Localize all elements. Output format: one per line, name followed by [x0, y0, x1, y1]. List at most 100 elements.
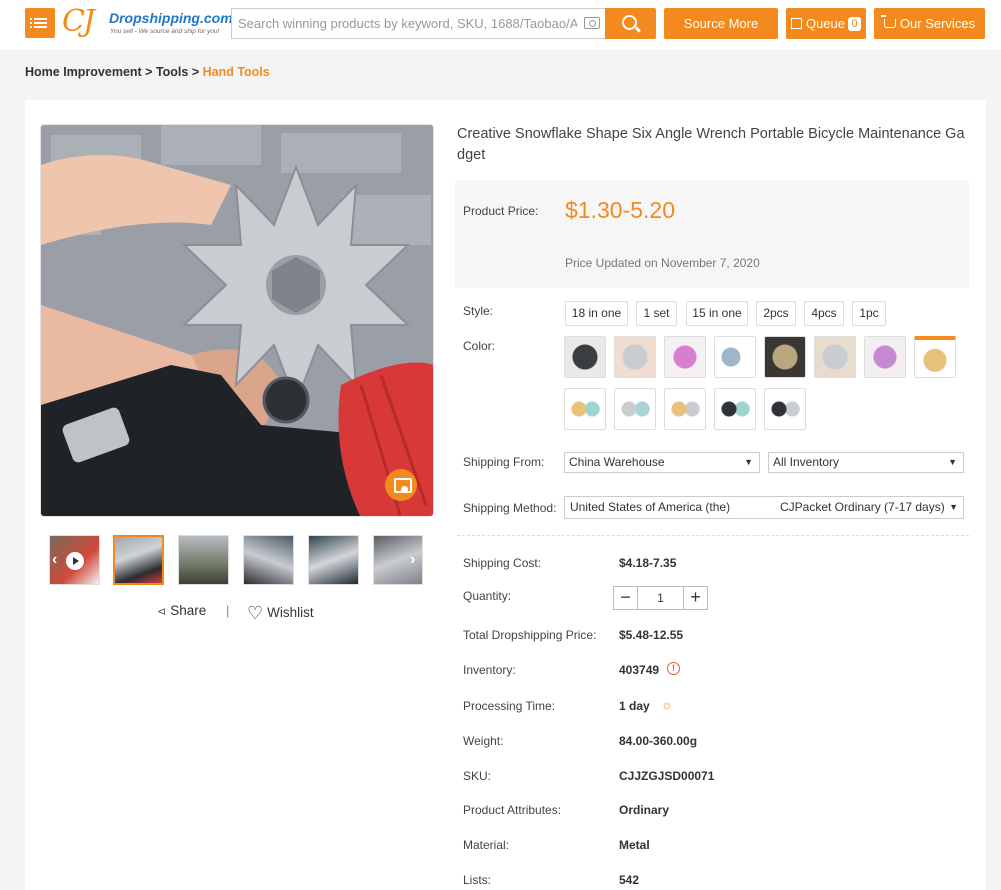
style-option-2pcs[interactable]: 2pcs	[756, 301, 796, 326]
queue-icon	[790, 18, 802, 29]
dropdown-arrow-icon: ▼	[744, 457, 753, 467]
color-swatch[interactable]	[914, 336, 956, 378]
queue-label: Queue	[805, 16, 846, 31]
price-box: Product Price: $1.30-5.20 Price Updated …	[455, 180, 969, 288]
wishlist-button[interactable]: ♡ Wishlist	[247, 603, 314, 624]
quantity-stepper: − 1 +	[613, 586, 708, 610]
total-price-value: $5.48-12.55	[619, 628, 684, 642]
search-button[interactable]	[605, 8, 656, 39]
shipping-method-select[interactable]: United States of America (the) CJPacket …	[564, 496, 964, 519]
processing-time-value: 1 day	[619, 699, 650, 713]
menu-icon[interactable]	[25, 8, 55, 38]
inventory-label: Inventory:	[463, 663, 516, 677]
breadcrumb-home-improvement[interactable]: Home Improvement	[25, 65, 142, 79]
color-swatch[interactable]	[764, 388, 806, 430]
product-attributes-label: Product Attributes:	[463, 803, 562, 817]
lightbulb-icon[interactable]: ☼	[661, 697, 673, 712]
thumbnail-3[interactable]	[243, 535, 294, 585]
lists-value: 542	[619, 873, 640, 887]
color-swatch[interactable]	[864, 336, 906, 378]
color-label: Color:	[463, 339, 496, 353]
breadcrumb-tools[interactable]: Tools	[156, 65, 188, 79]
quantity-label: Quantity:	[463, 589, 512, 603]
shipping-method-label: Shipping Method:	[463, 501, 557, 515]
style-option-18-in-one[interactable]: 18 in one	[565, 301, 628, 326]
shipping-cost-value: $4.18-7.35	[619, 556, 677, 570]
lists-label: Lists:	[463, 873, 492, 887]
quantity-input[interactable]: 1	[638, 587, 683, 609]
dropdown-arrow-icon: ▼	[949, 502, 958, 512]
breadcrumb-separator: >	[188, 65, 203, 79]
processing-time-label: Processing Time:	[463, 699, 556, 713]
top-header: CJ Dropshipping.com You sell - We source…	[0, 0, 1001, 50]
queue-count-badge: 0	[848, 17, 862, 31]
cart-icon	[880, 15, 896, 28]
quantity-increase-button[interactable]: +	[683, 587, 707, 609]
color-swatch[interactable]	[714, 388, 756, 430]
source-more-button[interactable]: Source More	[664, 8, 778, 39]
price-label: Product Price:	[463, 204, 539, 218]
heart-icon: ♡	[247, 603, 264, 623]
our-services-button[interactable]: Our Services	[874, 8, 985, 39]
total-price-label: Total Dropshipping Price:	[463, 628, 597, 642]
material-label: Material:	[463, 838, 510, 852]
search-input[interactable]	[232, 9, 577, 38]
color-swatch[interactable]	[764, 336, 806, 378]
style-option-15-in-one[interactable]: 15 in one	[686, 301, 748, 326]
zoom-icon[interactable]	[385, 469, 417, 501]
product-attributes-value: Ordinary	[619, 803, 670, 817]
divider	[457, 535, 969, 536]
color-swatch[interactable]	[664, 388, 706, 430]
logo-tagline: You sell - We source and ship for you!	[110, 28, 220, 35]
search-box	[231, 8, 606, 39]
camera-icon[interactable]	[584, 17, 600, 29]
logo-mark: CJ	[62, 4, 95, 39]
color-swatch[interactable]	[614, 336, 656, 378]
chevron-left-icon[interactable]: ‹	[52, 551, 57, 569]
weight-label: Weight:	[463, 734, 504, 748]
color-swatch[interactable]	[564, 388, 606, 430]
site-logo[interactable]: CJ Dropshipping.com You sell - We source…	[62, 4, 233, 40]
inventory-filter-select[interactable]: All Inventory ▼	[768, 452, 964, 473]
wishlist-label: Wishlist	[267, 605, 314, 620]
warning-icon[interactable]: !	[667, 662, 680, 675]
color-swatch[interactable]	[614, 388, 656, 430]
style-option-4pcs[interactable]: 4pcs	[804, 301, 844, 326]
color-swatch[interactable]	[564, 336, 606, 378]
dropdown-arrow-icon: ▼	[948, 457, 957, 467]
thumbnail-2[interactable]	[178, 535, 229, 585]
sku-value: CJJZGJSD00071	[619, 769, 715, 783]
color-swatch[interactable]	[714, 336, 756, 378]
price-updated: Price Updated on November 7, 2020	[565, 256, 760, 270]
play-icon	[66, 552, 84, 570]
thumbnail-1[interactable]	[113, 535, 164, 585]
shipping-from-select[interactable]: China Warehouse ▼	[564, 452, 760, 473]
services-label: Our Services	[899, 16, 976, 31]
quantity-decrease-button[interactable]: −	[614, 587, 638, 609]
inventory-value: 403749	[619, 663, 660, 677]
queue-button[interactable]: Queue 0	[786, 8, 866, 39]
color-swatch[interactable]	[664, 336, 706, 378]
shipping-method: CJPacket Ordinary (7-17 days)	[780, 500, 945, 514]
style-label: Style:	[463, 304, 494, 318]
style-option-1-set[interactable]: 1 set	[636, 301, 677, 326]
product-title: Creative Snowflake Shape Six Angle Wrenc…	[457, 126, 965, 163]
thumbnail-4[interactable]	[308, 535, 359, 585]
breadcrumb-separator: >	[141, 65, 156, 79]
chevron-right-icon[interactable]: ›	[410, 551, 415, 569]
shipping-cost-label: Shipping Cost:	[463, 556, 542, 570]
share-label: Share	[170, 603, 207, 618]
share-icon: ⊲	[157, 606, 167, 618]
logo-name: Dropshipping.com	[109, 10, 233, 26]
shipping-from-value: China Warehouse	[569, 455, 665, 469]
main-product-image[interactable]	[40, 124, 434, 517]
color-swatch[interactable]	[814, 336, 856, 378]
material-value: Metal	[619, 838, 650, 852]
share-button[interactable]: ⊲ Share	[157, 603, 206, 618]
thumbnail-5[interactable]	[373, 535, 423, 585]
sku-label: SKU:	[463, 769, 492, 783]
breadcrumb-hand-tools[interactable]: Hand Tools	[203, 65, 270, 79]
product-price: $1.30-5.20	[565, 197, 675, 223]
style-option-1pc[interactable]: 1pc	[852, 301, 886, 326]
weight-value: 84.00-360.00g	[619, 734, 698, 748]
